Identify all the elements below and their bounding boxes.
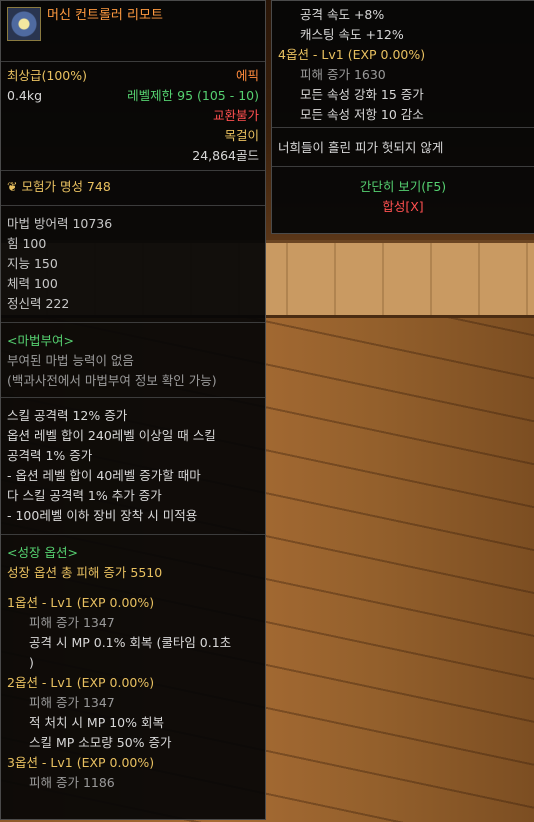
item-info-section: 최상급(100%) 에픽 0.4kg 레벨제한 95 (105 - 10) 교환… <box>1 62 265 171</box>
effect-line: 스킬 공격력 12% 증가 <box>7 408 128 423</box>
attack-speed: 공격 속도 +8% <box>300 7 385 22</box>
stat-spirit: 정신력 222 <box>7 296 70 311</box>
growth-option-4-effect: 모든 속성 강화 15 증가 <box>300 87 424 102</box>
item-name: 머신 컨트롤러 리모트 <box>47 8 163 23</box>
growth-option-4-title: 4옵션 - Lv1 (EXP 0.00%) <box>278 47 426 62</box>
item-tooltip-continued: 공격 속도 +8% 캐스팅 속도 +12% 4옵션 - Lv1 (EXP 0.0… <box>271 0 534 234</box>
stat-vitality: 체력 100 <box>7 276 58 291</box>
item-type: 목걸이 <box>224 128 259 143</box>
growth-option-1-effect-cont: ) <box>29 655 34 670</box>
growth-option-1-damage: 피해 증가 1347 <box>29 615 115 630</box>
item-icon <box>7 7 41 41</box>
stat-intelligence: 지능 150 <box>7 256 58 271</box>
effect-line: 옵션 레벨 합이 240레벨 이상일 때 스킬 <box>7 428 216 443</box>
compose-button[interactable]: 합성[X] <box>278 197 528 217</box>
growth-total: 성장 옵션 총 피해 증가 5510 <box>7 565 163 580</box>
stat-magic-defense: 마법 방어력 10736 <box>7 216 113 231</box>
growth-option-2-damage: 피해 증가 1347 <box>29 695 115 710</box>
effect-line: - 옵션 레벨 합이 40레벨 증가할 때마 <box>7 468 201 483</box>
flavor-section: 너희들이 흘린 피가 헛되지 않게 <box>272 128 534 167</box>
growth-option-3-damage: 피해 증가 1186 <box>29 775 115 790</box>
growth-option-2-effect: 적 처치 시 MP 10% 회복 <box>29 715 164 730</box>
enchant-section: <마법부여> 부여된 마법 능력이 없음 (백과사전에서 마법부여 정보 확인 … <box>1 323 265 398</box>
item-price: 24,864골드 <box>192 148 259 163</box>
side-options-section: 공격 속도 +8% 캐스팅 속도 +12% 4옵션 - Lv1 (EXP 0.0… <box>272 1 534 128</box>
growth-option-4-effect-2: 모든 속성 저항 10 감소 <box>300 107 424 122</box>
item-header: 머신 컨트롤러 리모트 <box>1 1 265 62</box>
item-rarity: 에픽 <box>235 68 259 83</box>
growth-option-1-effect: 공격 시 MP 0.1% 회복 (쿨타임 0.1초 <box>29 635 232 650</box>
growth-option-2-title: 2옵션 - Lv1 (EXP 0.00%) <box>7 675 155 690</box>
growth-header: <성장 옵션> <box>7 545 78 560</box>
growth-option-3-title: 3옵션 - Lv1 (EXP 0.00%) <box>7 755 155 770</box>
growth-option-1-title: 1옵션 - Lv1 (EXP 0.00%) <box>7 595 155 610</box>
stat-strength: 힘 100 <box>7 236 47 251</box>
enchant-none: 부여된 마법 능력이 없음 <box>7 353 134 368</box>
effects-section: 스킬 공격력 12% 증가 옵션 레벨 합이 240레벨 이상일 때 스킬 공격… <box>1 398 265 535</box>
enchant-note: (백과사전에서 마법부여 정보 확인 가능) <box>7 373 217 388</box>
growth-option-2-effect-2: 스킬 MP 소모량 50% 증가 <box>29 735 172 750</box>
enchant-header: <마법부여> <box>7 333 74 348</box>
tooltip-actions: 간단히 보기(F5) 합성[X] <box>272 167 534 221</box>
simple-view-button[interactable]: 간단히 보기(F5) <box>278 177 528 197</box>
item-tooltip: 머신 컨트롤러 리모트 최상급(100%) 에픽 0.4kg 레벨제한 95 (… <box>0 0 266 820</box>
item-level-limit: 레벨제한 95 (105 - 10) <box>127 88 259 103</box>
effect-line: - 100레벨 이하 장비 장착 시 미적용 <box>7 508 198 523</box>
effect-line: 다 스킬 공격력 1% 추가 증가 <box>7 488 162 503</box>
growth-option-4-damage: 피해 증가 1630 <box>300 67 386 82</box>
fame-icon: ❦ <box>7 179 18 194</box>
item-grade: 최상급(100%) <box>7 68 87 83</box>
flavor-text: 너희들이 흘린 피가 헛되지 않게 <box>278 140 444 155</box>
fame-value: 모험가 명성 748 <box>21 179 111 194</box>
stats-section: 마법 방어력 10736 힘 100 지능 150 체력 100 정신력 222 <box>1 206 265 323</box>
growth-section: <성장 옵션> 성장 옵션 총 피해 증가 5510 1옵션 - Lv1 (EX… <box>1 535 265 797</box>
effect-line: 공격력 1% 증가 <box>7 448 93 463</box>
item-trade-status: 교환불가 <box>212 108 259 123</box>
casting-speed: 캐스팅 속도 +12% <box>300 27 404 42</box>
item-weight: 0.4kg <box>7 88 43 103</box>
fame-section: ❦ 모험가 명성 748 <box>1 171 265 206</box>
